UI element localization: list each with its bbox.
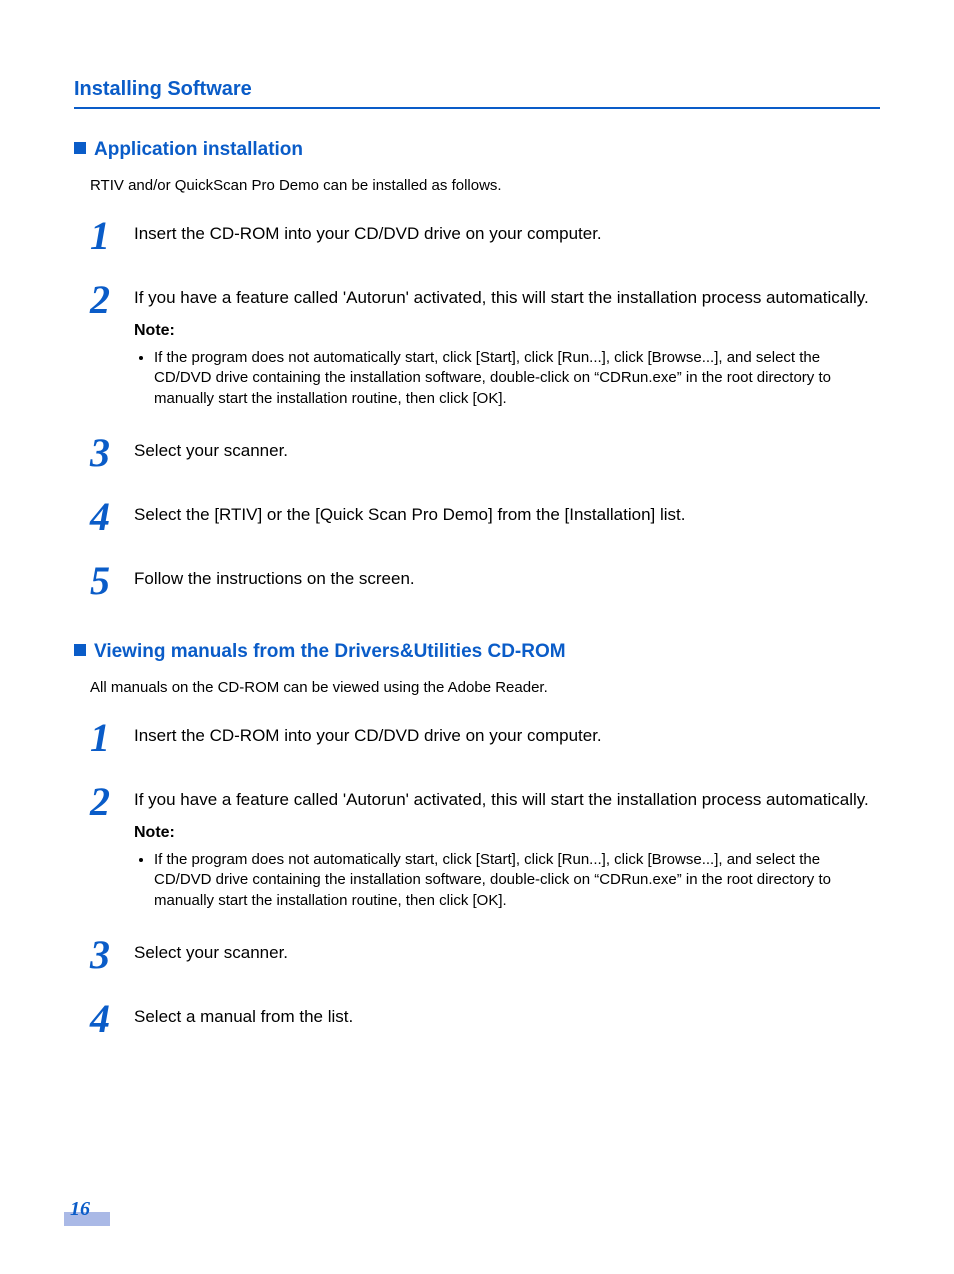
step-body: Insert the CD-ROM into your CD/DVD drive… bbox=[134, 718, 880, 748]
step-number: 3 bbox=[90, 935, 134, 975]
step: 2 If you have a feature called 'Autorun'… bbox=[90, 280, 880, 409]
step-body: If you have a feature called 'Autorun' a… bbox=[134, 280, 880, 409]
square-bullet-icon bbox=[74, 142, 86, 154]
section2-steps: 1 Insert the CD-ROM into your CD/DVD dri… bbox=[90, 718, 880, 1039]
step: 3 Select your scanner. bbox=[90, 433, 880, 473]
step-text: If you have a feature called 'Autorun' a… bbox=[134, 288, 869, 307]
subheading-text: Application installation bbox=[94, 139, 303, 160]
subheading-text: Viewing manuals from the Drivers&Utiliti… bbox=[94, 641, 566, 662]
page-number-area: 16 bbox=[64, 1212, 110, 1226]
note-list: If the program does not automatically st… bbox=[134, 850, 880, 911]
step-body: Select the [RTIV] or the [Quick Scan Pro… bbox=[134, 497, 880, 527]
section1-steps: 1 Insert the CD-ROM into your CD/DVD dri… bbox=[90, 216, 880, 601]
step: 4 Select a manual from the list. bbox=[90, 999, 880, 1039]
page-heading: Installing Software bbox=[74, 78, 880, 109]
step-body: Select your scanner. bbox=[134, 935, 880, 965]
step: 1 Insert the CD-ROM into your CD/DVD dri… bbox=[90, 718, 880, 758]
note-label: Note: bbox=[134, 822, 880, 844]
step-number: 1 bbox=[90, 216, 134, 256]
step-body: Insert the CD-ROM into your CD/DVD drive… bbox=[134, 216, 880, 246]
step-number: 5 bbox=[90, 561, 134, 601]
page-number: 16 bbox=[70, 1198, 90, 1221]
step-body: Select your scanner. bbox=[134, 433, 880, 463]
step: 5 Follow the instructions on the screen. bbox=[90, 561, 880, 601]
step-number: 2 bbox=[90, 782, 134, 822]
step-number: 1 bbox=[90, 718, 134, 758]
step-body: Select a manual from the list. bbox=[134, 999, 880, 1029]
page-number-bar: 16 bbox=[64, 1212, 110, 1226]
section1-intro: RTIV and/or QuickScan Pro Demo can be in… bbox=[90, 177, 880, 194]
subheading-viewing-manuals: Viewing manuals from the Drivers&Utiliti… bbox=[74, 641, 880, 663]
note-item: If the program does not automatically st… bbox=[154, 850, 880, 911]
section2: Viewing manuals from the Drivers&Utiliti… bbox=[74, 641, 880, 1039]
note-label: Note: bbox=[134, 320, 880, 342]
step-number: 3 bbox=[90, 433, 134, 473]
note-item: If the program does not automatically st… bbox=[154, 348, 880, 409]
step-number: 4 bbox=[90, 999, 134, 1039]
note-list: If the program does not automatically st… bbox=[134, 348, 880, 409]
step: 4 Select the [RTIV] or the [Quick Scan P… bbox=[90, 497, 880, 537]
section2-intro: All manuals on the CD-ROM can be viewed … bbox=[90, 679, 880, 696]
step-body: Follow the instructions on the screen. bbox=[134, 561, 880, 591]
step-body: If you have a feature called 'Autorun' a… bbox=[134, 782, 880, 911]
step: 3 Select your scanner. bbox=[90, 935, 880, 975]
step-number: 4 bbox=[90, 497, 134, 537]
manual-page: Installing Software Application installa… bbox=[0, 0, 954, 1274]
step: 2 If you have a feature called 'Autorun'… bbox=[90, 782, 880, 911]
square-bullet-icon bbox=[74, 644, 86, 656]
step: 1 Insert the CD-ROM into your CD/DVD dri… bbox=[90, 216, 880, 256]
step-number: 2 bbox=[90, 280, 134, 320]
subheading-application-installation: Application installation bbox=[74, 139, 880, 161]
step-text: If you have a feature called 'Autorun' a… bbox=[134, 790, 869, 809]
